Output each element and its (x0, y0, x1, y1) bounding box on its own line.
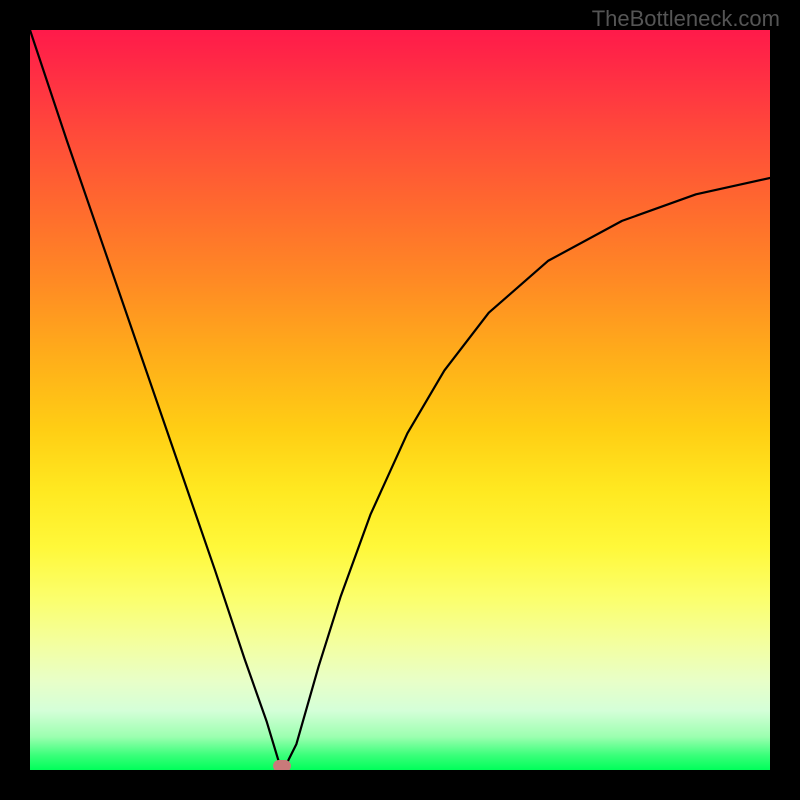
optimum-marker (273, 760, 291, 770)
plot-area (30, 30, 770, 770)
watermark-text: TheBottleneck.com (592, 6, 780, 32)
bottleneck-curve (30, 30, 770, 769)
curve-svg (30, 30, 770, 770)
